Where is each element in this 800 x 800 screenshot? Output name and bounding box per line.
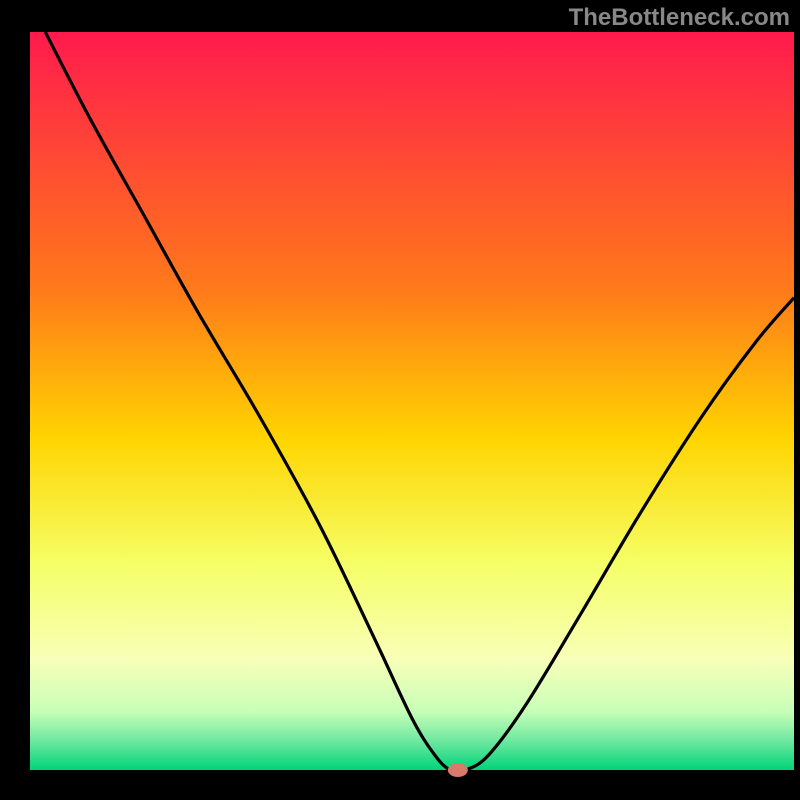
watermark-text: TheBottleneck.com <box>569 4 790 32</box>
bottleneck-chart: TheBottleneck.com <box>0 0 800 800</box>
plot-background <box>30 32 794 770</box>
operating-point-marker <box>448 763 468 777</box>
chart-svg <box>0 0 800 800</box>
